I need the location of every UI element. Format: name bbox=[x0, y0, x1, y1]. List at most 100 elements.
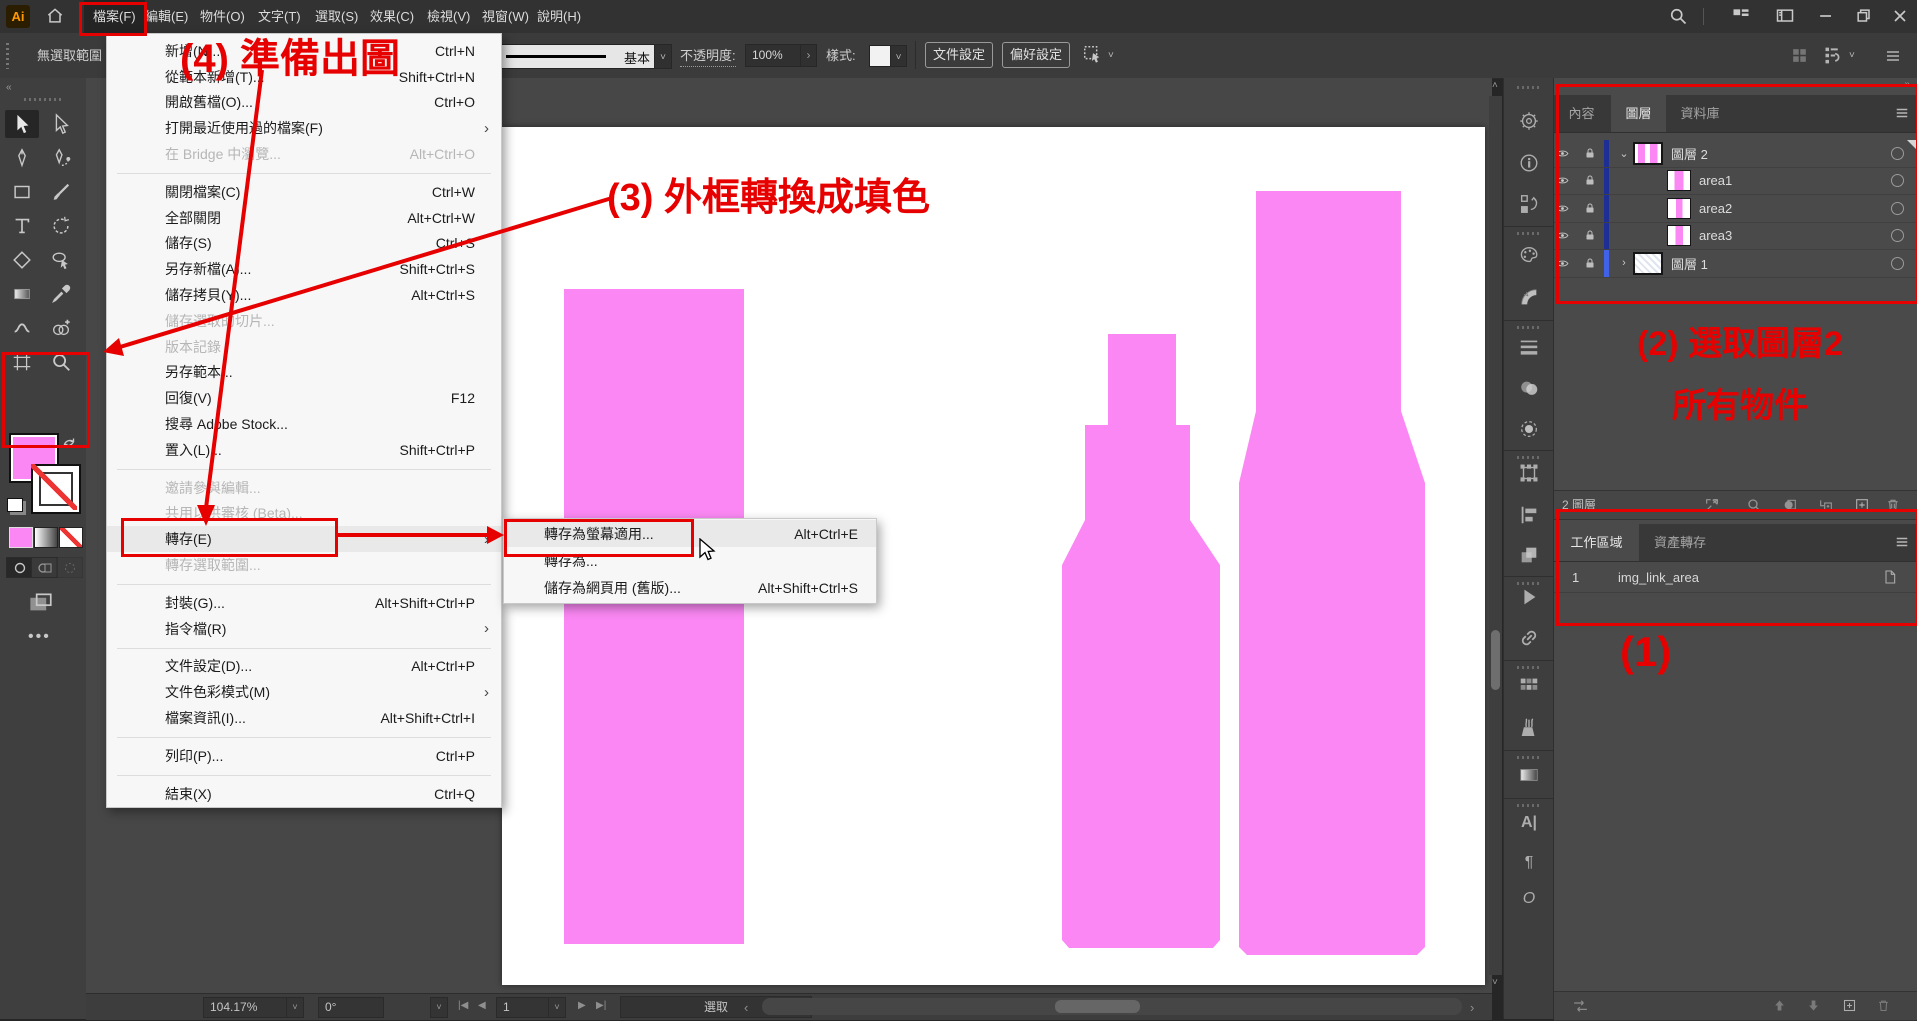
shape-area2[interactable] bbox=[1062, 334, 1220, 948]
menu-item[interactable] bbox=[117, 775, 491, 776]
menu-item[interactable]: 邀請參與編輯... bbox=[107, 475, 501, 501]
rotate-tool[interactable] bbox=[44, 212, 78, 240]
close-button[interactable] bbox=[1889, 6, 1911, 26]
submenu-item[interactable]: 轉存為螢幕適用... Alt+Ctrl+E bbox=[504, 520, 876, 547]
restore-button[interactable] bbox=[1853, 6, 1875, 26]
menu-item[interactable] bbox=[117, 737, 491, 738]
fill-gradient-button[interactable] bbox=[34, 527, 58, 548]
stroke-style-dropdown[interactable]: ˅ bbox=[654, 44, 672, 69]
target-circle-icon[interactable] bbox=[1891, 202, 1904, 215]
shape-area3[interactable] bbox=[1239, 191, 1425, 955]
control-bar-menu-icon[interactable] bbox=[1884, 48, 1902, 64]
delete-layer-icon[interactable] bbox=[1885, 497, 1902, 514]
lock-icon[interactable] bbox=[1584, 147, 1604, 160]
eyedropper-tool[interactable] bbox=[44, 280, 78, 308]
layer-name[interactable]: 圖層 2 bbox=[1671, 144, 1708, 163]
new-sublayer-icon[interactable] bbox=[1818, 497, 1835, 514]
swap-fill-stroke-icon[interactable] bbox=[60, 434, 78, 452]
menu-item[interactable]: 在 Bridge 中瀏覽... Alt+Ctrl+O bbox=[107, 141, 501, 167]
artboards-panel-menu-icon[interactable] bbox=[1894, 535, 1910, 549]
menu-window[interactable]: 視窗(W) bbox=[482, 0, 529, 33]
horizontal-scrollbar-thumb[interactable] bbox=[1055, 1000, 1140, 1013]
rotation-dropdown[interactable]: ˅ bbox=[430, 997, 448, 1018]
submenu-item[interactable]: 儲存為網頁用 (舊版)... Alt+Shift+Ctrl+S bbox=[504, 574, 876, 601]
menu-item[interactable] bbox=[117, 469, 491, 470]
style-dropdown[interactable]: ˅ bbox=[890, 45, 907, 67]
preferences-button[interactable]: 偏好設定 bbox=[1002, 42, 1070, 68]
target-circle-icon[interactable] bbox=[1891, 147, 1904, 160]
opacity-field[interactable]: 100% bbox=[745, 44, 801, 67]
visibility-eye-icon[interactable] bbox=[1554, 257, 1584, 270]
dock-grip[interactable] bbox=[1517, 804, 1541, 807]
stroke-color-swatch[interactable] bbox=[31, 464, 81, 514]
menu-item[interactable]: 指令檔(R) › bbox=[107, 616, 501, 642]
minimize-button[interactable] bbox=[1815, 6, 1837, 26]
collect-for-export-icon[interactable] bbox=[1704, 497, 1721, 514]
style-swatch[interactable] bbox=[869, 45, 891, 67]
stroke-panel-icon[interactable] bbox=[1518, 336, 1540, 358]
locate-object-icon[interactable] bbox=[1746, 497, 1763, 514]
workspace-switcher-icon[interactable] bbox=[1774, 6, 1796, 26]
opentype-panel-icon[interactable]: O bbox=[1504, 890, 1554, 908]
menu-item[interactable]: 全部關閉 Alt+Ctrl+W bbox=[107, 205, 501, 231]
layer-name[interactable]: area3 bbox=[1699, 228, 1732, 243]
layer-row[interactable]: › 圖層 1 bbox=[1554, 250, 1917, 278]
rotation-field[interactable]: 0° bbox=[318, 997, 384, 1018]
layer-name[interactable]: 圖層 1 bbox=[1671, 254, 1708, 273]
gradient-panel-icon[interactable] bbox=[1518, 764, 1540, 786]
zoom-tool[interactable] bbox=[44, 348, 78, 376]
menu-item[interactable]: 回復(V) F12 bbox=[107, 385, 501, 411]
opacity-stepper[interactable]: › bbox=[800, 44, 817, 67]
artboard-tool[interactable] bbox=[5, 348, 39, 376]
stroke-style-preview[interactable]: 基本 bbox=[497, 44, 655, 69]
menu-item[interactable] bbox=[117, 648, 491, 649]
align-dropdown[interactable]: ˅ bbox=[1849, 50, 1855, 61]
tab-asset-export[interactable]: 資產轉存 bbox=[1641, 524, 1719, 561]
target-circle-icon[interactable] bbox=[1891, 257, 1904, 270]
menu-item[interactable]: 列印(P)... Ctrl+P bbox=[107, 743, 501, 769]
vertical-scrollbar-thumb[interactable] bbox=[1491, 630, 1500, 690]
layer-name[interactable]: area2 bbox=[1699, 201, 1732, 216]
properties-wheel-icon[interactable] bbox=[1518, 110, 1540, 132]
visibility-eye-icon[interactable] bbox=[1554, 229, 1584, 242]
prev-artboard-icon[interactable]: ◀ bbox=[478, 1000, 486, 1011]
next-artboard-icon[interactable]: ▶ bbox=[578, 1000, 586, 1011]
opacity-label[interactable]: 不透明度: bbox=[680, 46, 736, 67]
artboard-page-icon[interactable] bbox=[1882, 569, 1898, 585]
toolbar-grip[interactable] bbox=[24, 98, 62, 101]
menu-item[interactable] bbox=[117, 173, 491, 174]
document-setup-button[interactable]: 文件設定 bbox=[925, 42, 993, 68]
last-artboard-icon[interactable]: ▶| bbox=[596, 1000, 606, 1011]
panel-grip[interactable] bbox=[6, 43, 9, 69]
layer-thumbnail[interactable] bbox=[1667, 225, 1691, 246]
layer-row[interactable]: area1 bbox=[1554, 168, 1917, 196]
artboard-row[interactable]: 1 img_link_area bbox=[1554, 562, 1917, 593]
select-similar-dropdown[interactable]: ˅ bbox=[1108, 50, 1114, 61]
layer-name[interactable]: area1 bbox=[1699, 173, 1732, 188]
collapse-toolbar-icon[interactable]: « bbox=[6, 82, 12, 93]
menu-item[interactable]: 文件設定(D)... Alt+Ctrl+P bbox=[107, 654, 501, 680]
links-panel-icon[interactable] bbox=[1518, 627, 1540, 649]
submenu-item[interactable]: 轉存為... bbox=[504, 547, 876, 574]
menu-item[interactable]: 轉存(E) › bbox=[107, 526, 501, 552]
menu-item[interactable]: 關閉檔案(C) Ctrl+W bbox=[107, 179, 501, 205]
menu-item[interactable]: 共用以供審核 (Beta)... bbox=[107, 501, 501, 527]
dock-grip[interactable] bbox=[1517, 86, 1541, 89]
target-circle-icon[interactable] bbox=[1891, 174, 1904, 187]
color-palette-icon[interactable] bbox=[1518, 244, 1540, 266]
layers-panel-menu-icon[interactable] bbox=[1894, 106, 1910, 120]
arrange-documents-icon[interactable] bbox=[1730, 6, 1752, 26]
scroll-up-icon[interactable]: ˄ bbox=[1492, 80, 1498, 91]
select-similar-icon[interactable] bbox=[1082, 44, 1104, 66]
menu-view[interactable]: 檢視(V) bbox=[427, 0, 470, 33]
hscroll-left-icon[interactable]: ‹ bbox=[744, 1000, 748, 1015]
pen-tool[interactable] bbox=[5, 144, 39, 172]
lasso-bubble-tool[interactable] bbox=[44, 246, 78, 274]
menu-item[interactable]: 檔案資訊(I)... Alt+Shift+Ctrl+I bbox=[107, 705, 501, 731]
menu-help[interactable]: 說明(H) bbox=[537, 0, 581, 33]
fill-none-button[interactable] bbox=[59, 527, 83, 548]
artboard-name[interactable]: img_link_area bbox=[1618, 570, 1699, 585]
shape-area1[interactable] bbox=[564, 289, 744, 944]
menu-item[interactable]: 置入(L)... Shift+Ctrl+P bbox=[107, 437, 501, 463]
layer-row[interactable]: area2 bbox=[1554, 195, 1917, 223]
